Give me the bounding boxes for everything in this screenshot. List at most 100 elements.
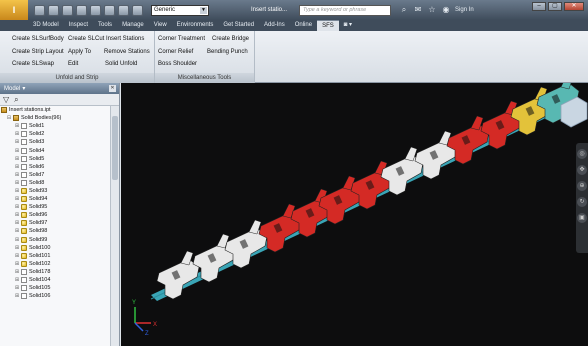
expand-icon[interactable]: ⊞ — [14, 156, 20, 162]
solid-unfold-button[interactable]: Solid Unfold — [105, 61, 137, 67]
expand-icon[interactable]: ⊞ — [14, 204, 20, 210]
expand-icon[interactable]: ⊞ — [14, 196, 20, 202]
home-icon[interactable] — [104, 4, 115, 16]
tree-item[interactable]: ⊞ Solid104 — [0, 276, 111, 284]
tab-manage[interactable]: Manage — [117, 20, 149, 31]
expand-icon[interactable]: ⊞ — [14, 237, 20, 243]
help-search-input[interactable]: Type a keyword or phrase — [299, 4, 392, 16]
close-icon[interactable]: ✕ — [564, 2, 584, 11]
chevron-down-icon[interactable]: ▾ — [22, 85, 25, 92]
browser-title[interactable]: Model — [4, 86, 20, 92]
corner-treatment-button[interactable]: Corner Treatment — [158, 36, 205, 42]
redo-icon[interactable] — [90, 4, 101, 16]
save-icon[interactable] — [62, 4, 73, 16]
expand-icon[interactable]: ⊞ — [14, 131, 20, 137]
tab-add-ins[interactable]: Add-Ins — [259, 20, 290, 31]
expand-icon[interactable]: ⊞ — [14, 245, 20, 251]
scrollbar-thumb[interactable] — [112, 116, 118, 180]
expand-icon[interactable]: ⊞ — [14, 285, 20, 291]
communication-icon[interactable]: ✉ — [413, 5, 423, 15]
expand-icon[interactable]: ⊞ — [14, 212, 20, 218]
tab-tools[interactable]: Tools — [93, 20, 117, 31]
expand-icon[interactable]: ⊞ — [14, 220, 20, 226]
graphics-viewport[interactable]: X Y Z ◎ ✥ ⊕ ↻ ▣ — [121, 83, 588, 346]
tree-item[interactable]: ⊞ Solid7 — [0, 171, 111, 179]
collapse-icon[interactable]: ⊟ — [6, 115, 12, 121]
maximize-icon[interactable]: ▢ — [548, 2, 562, 11]
expand-icon[interactable]: ⊞ — [14, 269, 20, 275]
edit-button[interactable]: Edit — [68, 61, 78, 67]
apply-to-button[interactable]: Apply To — [68, 49, 91, 55]
undo-icon[interactable] — [76, 4, 87, 16]
corner-relief-button[interactable]: Corner Relief — [158, 49, 193, 55]
tree-item[interactable]: ⊞ Solid96 — [0, 211, 111, 219]
binoculars-icon[interactable]: ⌕ — [399, 5, 409, 15]
tab-view[interactable]: View — [149, 20, 172, 31]
appearance-combo[interactable]: Generic ▼ — [151, 4, 209, 16]
boss-shoulder-button[interactable]: Boss Shoulder — [158, 61, 197, 67]
minimize-icon[interactable]: – — [532, 2, 546, 11]
bending-punch-button[interactable]: Bending Punch — [207, 49, 248, 55]
tree-item[interactable]: ⊞ Solid6 — [0, 163, 111, 171]
tree-root[interactable]: Insert stations.ipt — [0, 106, 111, 114]
star-icon[interactable]: ☆ — [427, 5, 437, 15]
full-navigation-wheel-icon[interactable]: ◎ — [577, 149, 587, 159]
create-sl-swap-button[interactable]: Create SLSwap — [12, 61, 54, 67]
remove-stations-button[interactable]: Remove Stations — [104, 49, 150, 55]
expand-icon[interactable]: ⊞ — [14, 293, 20, 299]
tree-item[interactable]: ⊞ Solid102 — [0, 260, 111, 268]
expand-icon[interactable]: ⊞ — [14, 164, 20, 170]
close-panel-icon[interactable]: ✕ — [109, 85, 116, 92]
expand-icon[interactable]: ⊞ — [14, 228, 20, 234]
tree-item[interactable]: ⊞ Solid3 — [0, 138, 111, 146]
expand-icon[interactable]: ⊞ — [14, 277, 20, 283]
open-file-icon[interactable] — [48, 4, 59, 16]
tree-item[interactable]: ⊞ Solid97 — [0, 219, 111, 227]
tab-inspect[interactable]: Inspect — [64, 20, 93, 31]
tree-item[interactable]: ⊞ Solid98 — [0, 227, 111, 235]
sign-in-link[interactable]: Sign In — [455, 7, 474, 13]
create-sl-surf-body-button[interactable]: Create SLSurfBody — [12, 36, 64, 42]
tree-item[interactable]: ⊞ Solid94 — [0, 195, 111, 203]
tab-sfs[interactable]: SFS — [317, 20, 339, 31]
create-bridge-button[interactable]: Create Bridge — [212, 36, 249, 42]
tree-item[interactable]: ⊞ Solid1 — [0, 122, 111, 130]
tree-item[interactable]: ⊞ Solid100 — [0, 244, 111, 252]
tree-item[interactable]: ⊞ Solid105 — [0, 284, 111, 292]
zoom-icon[interactable]: ⊕ — [577, 181, 587, 191]
tree-solid-bodies[interactable]: ⊟ Solid Bodies(96) — [0, 114, 111, 122]
look-at-icon[interactable]: ▣ — [577, 213, 587, 223]
select-icon[interactable] — [118, 4, 129, 16]
ribbon-options-icon[interactable]: ◙ ▾ — [339, 20, 357, 31]
tree-item[interactable]: ⊞ Solid106 — [0, 292, 111, 300]
material-icon[interactable] — [132, 4, 143, 16]
expand-icon[interactable]: ⊞ — [14, 180, 20, 186]
tab-environments[interactable]: Environments — [172, 20, 219, 31]
tree-item[interactable]: ⊞ Solid5 — [0, 155, 111, 163]
expand-icon[interactable]: ⊞ — [14, 261, 20, 267]
orbit-icon[interactable]: ↻ — [577, 197, 587, 207]
expand-icon[interactable]: ⊞ — [14, 253, 20, 259]
tree-item[interactable]: ⊞ Solid95 — [0, 203, 111, 211]
expand-icon[interactable]: ⊞ — [14, 123, 20, 129]
tab-online[interactable]: Online — [290, 20, 317, 31]
create-sl-cut-button[interactable]: Create SLCut — [68, 36, 104, 42]
tree-item[interactable]: ⊞ Solid2 — [0, 130, 111, 138]
tree-item[interactable]: ⊞ Solid4 — [0, 146, 111, 154]
tab-3d-model[interactable]: 3D Model — [28, 20, 64, 31]
tree-item[interactable]: ⊞ Solid99 — [0, 236, 111, 244]
new-file-icon[interactable] — [34, 4, 45, 16]
expand-icon[interactable]: ⊞ — [14, 139, 20, 145]
expand-icon[interactable]: ⊞ — [14, 188, 20, 194]
tab-get-started[interactable]: Get Started — [218, 20, 259, 31]
expand-icon[interactable]: ⊞ — [14, 172, 20, 178]
filter-icon[interactable]: ▽ — [3, 95, 9, 104]
pan-icon[interactable]: ✥ — [577, 165, 587, 175]
create-strip-layout-button[interactable]: Create Strip Layout — [12, 49, 64, 55]
insert-stations-button[interactable]: Insert Stations — [106, 36, 144, 42]
tree-item[interactable]: ⊞ Solid8 — [0, 179, 111, 187]
binoculars-icon[interactable]: ⌕ — [14, 95, 18, 105]
expand-icon[interactable]: ⊞ — [14, 148, 20, 154]
tree-item[interactable]: ⊞ Solid101 — [0, 252, 111, 260]
application-menu-button[interactable]: I — [0, 0, 28, 20]
